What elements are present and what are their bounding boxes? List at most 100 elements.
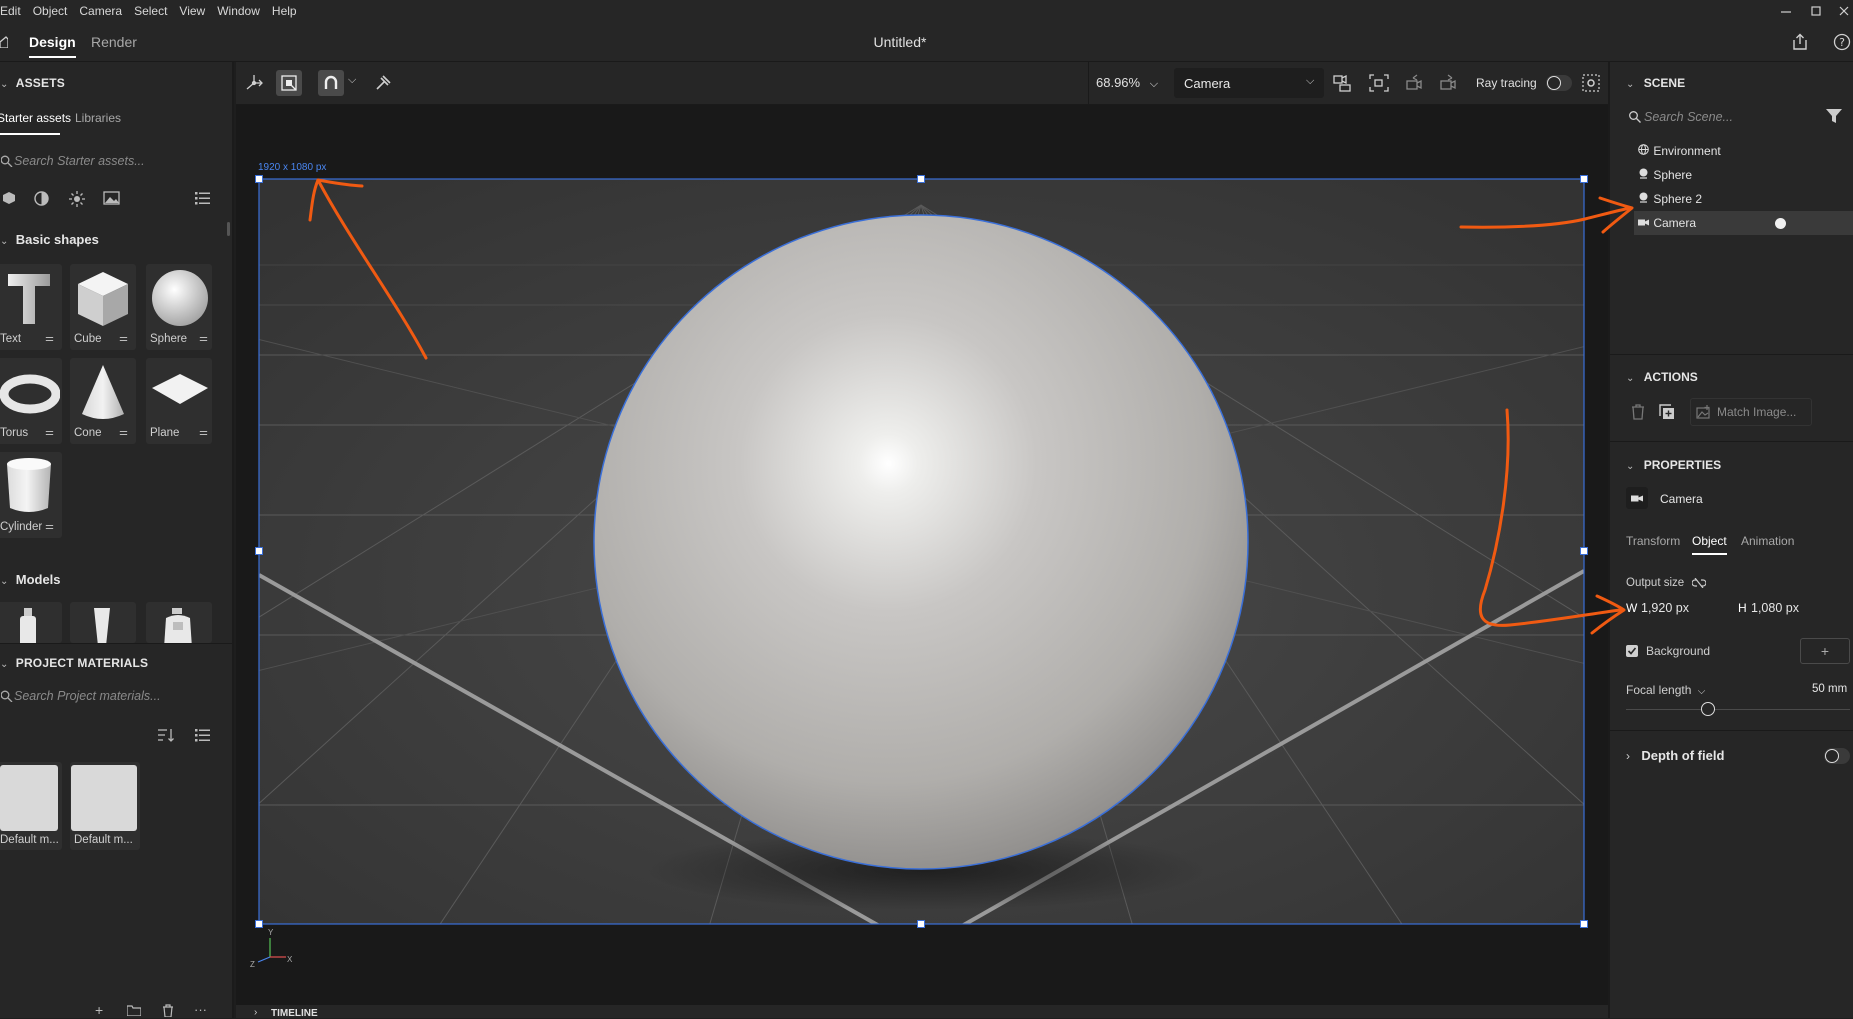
tab-animation[interactable]: Animation [1741,534,1794,548]
minimize-icon[interactable] [1771,0,1801,22]
camera-view-icon[interactable] [1333,74,1353,92]
resize-handle[interactable] [917,920,925,928]
search-input[interactable] [14,154,214,168]
model-tile-jug[interactable] [146,602,212,643]
home-icon[interactable] [0,36,8,48]
delete-icon[interactable] [1631,404,1645,420]
close-icon[interactable] [1829,0,1853,22]
tab-design[interactable]: Design [29,22,76,62]
scene-item-sphere-2[interactable]: Sphere 2 [1634,187,1853,211]
tab-render[interactable]: Render [91,22,137,62]
properties-header[interactable]: ⌄ PROPERTIES [1626,458,1721,472]
scene-canvas[interactable] [236,105,1608,1005]
shape-tile-plane[interactable]: Plane ⚌ [146,358,212,444]
menu-select[interactable]: Select [128,4,173,18]
magnet-icon[interactable] [318,70,344,96]
tile-settings-icon[interactable]: ⚌ [119,333,128,344]
active-camera-indicator[interactable] [1775,218,1786,229]
ray-tracing-toggle[interactable] [1546,75,1572,91]
share-icon[interactable] [1791,33,1809,51]
chevron-down-icon[interactable]: ⌵ [348,74,356,87]
scrollbar-thumb[interactable] [227,222,230,236]
width-field[interactable]: W 1,920 px [1626,598,1721,620]
material-icon[interactable] [34,191,49,206]
resize-handle[interactable] [1580,920,1588,928]
material-tile[interactable]: Default m... [0,762,62,850]
tile-settings-icon[interactable]: ⚌ [45,427,54,438]
depth-of-field-header[interactable]: › Depth of field [1626,748,1724,763]
shape-tile-cylinder[interactable]: Cylinder ⚌ [0,452,62,538]
select-tool-icon[interactable] [245,74,263,92]
camera-undo-icon[interactable] [1405,74,1425,92]
folder-icon[interactable] [127,1005,141,1016]
zoom-level[interactable]: 68.96% ⌵ [1096,75,1158,91]
match-image-button[interactable]: Match Image... [1690,398,1812,426]
resize-handle[interactable] [917,175,925,183]
resize-handle[interactable] [255,547,263,555]
more-icon[interactable]: ··· [194,1002,207,1017]
camera-select[interactable]: Camera ⌵ [1174,68,1324,98]
3d-viewport[interactable]: 1920 x 1080 px Y X Z [236,105,1608,1005]
filter-icon[interactable] [1826,108,1842,123]
tile-settings-icon[interactable]: ⚌ [45,333,54,344]
background-checkbox[interactable] [1626,645,1638,657]
menu-object[interactable]: Object [27,4,74,18]
3d-object-icon[interactable] [2,191,16,205]
shape-tile-cone[interactable]: Cone ⚌ [70,358,136,444]
transform-tool-icon[interactable] [276,70,302,96]
project-materials-header[interactable]: ⌄ PROJECT MATERIALS [0,656,148,670]
model-tile-tube[interactable] [70,602,136,643]
menu-window[interactable]: Window [211,4,266,18]
tab-starter-assets[interactable]: Starter assets [0,111,71,135]
focal-length-slider-track[interactable] [1626,709,1850,710]
shape-tile-sphere[interactable]: Sphere ⚌ [146,264,212,350]
scene-search-input[interactable] [1644,110,1794,124]
help-icon[interactable]: ? [1833,33,1851,51]
shape-tile-text[interactable]: Text ⚌ [0,264,62,350]
basic-shapes-header[interactable]: ⌄ Basic shapes [0,232,99,247]
tile-settings-icon[interactable]: ⚌ [199,427,208,438]
background-add-button[interactable]: + [1800,638,1850,664]
menu-help[interactable]: Help [266,4,303,18]
camera-redo-icon[interactable] [1439,74,1459,92]
drop-tool-icon[interactable] [374,74,392,92]
unlink-icon[interactable] [1692,578,1706,588]
duplicate-icon[interactable] [1659,404,1675,420]
sphere-object[interactable] [593,214,1249,870]
image-icon[interactable] [103,191,120,205]
resize-handle[interactable] [1580,547,1588,555]
tile-settings-icon[interactable]: ⚌ [45,521,54,532]
menu-edit[interactable]: Edit [0,4,27,18]
add-icon[interactable]: + [95,1002,103,1018]
scene-item-camera[interactable]: Camera [1634,211,1853,235]
sort-icon[interactable] [158,728,174,742]
tab-transform[interactable]: Transform [1626,534,1680,548]
height-field[interactable]: H 1,080 px [1738,598,1833,620]
depth-of-field-toggle[interactable] [1824,748,1850,764]
shape-tile-torus[interactable]: Torus ⚌ [0,358,62,444]
menu-camera[interactable]: Camera [73,4,128,18]
focal-length-label[interactable]: Focal length ⌵ [1626,683,1705,697]
light-icon[interactable] [69,191,85,207]
materials-search-input[interactable] [14,689,214,703]
frame-camera-icon[interactable] [1369,74,1389,92]
render-settings-icon[interactable] [1582,74,1600,92]
tab-object[interactable]: Object [1692,534,1727,555]
resize-handle[interactable] [255,920,263,928]
scene-item-environment[interactable]: Environment [1634,139,1853,163]
tab-libraries[interactable]: Libraries [75,111,121,125]
focal-length-slider-thumb[interactable] [1701,702,1715,716]
resize-handle[interactable] [255,175,263,183]
actions-header[interactable]: ⌄ ACTIONS [1626,370,1698,384]
timeline-bar[interactable]: › TIMELINE [236,1005,1608,1019]
resize-handle[interactable] [1580,175,1588,183]
tile-settings-icon[interactable]: ⚌ [199,333,208,344]
shape-tile-cube[interactable]: Cube ⚌ [70,264,136,350]
model-tile-bottle[interactable] [0,602,62,643]
list-view-icon[interactable] [195,192,210,205]
tile-settings-icon[interactable]: ⚌ [119,427,128,438]
list-view-icon[interactable] [195,729,210,742]
material-tile[interactable]: Default m... [70,762,140,850]
scene-header[interactable]: ⌄ SCENE [1626,76,1685,90]
menu-view[interactable]: View [173,4,211,18]
